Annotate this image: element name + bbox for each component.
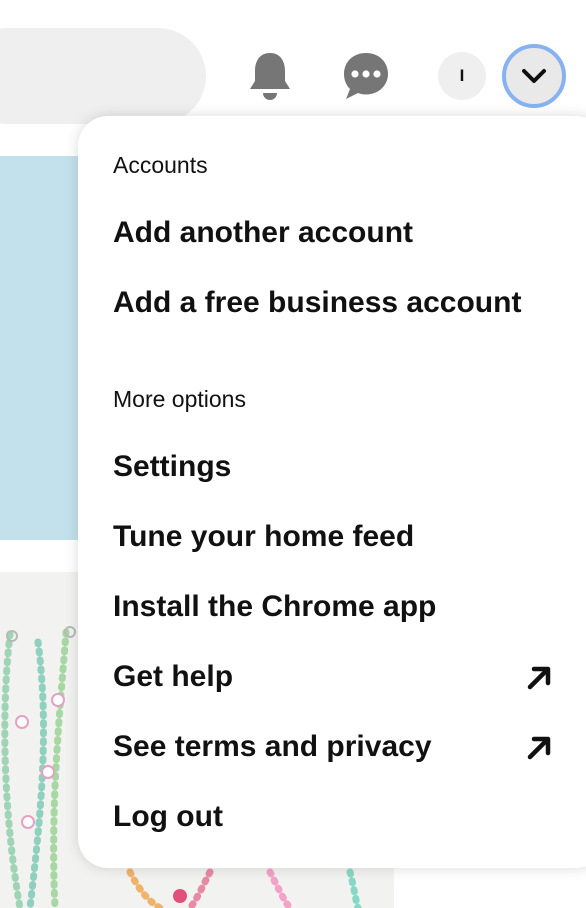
chat-bubble-icon xyxy=(344,53,388,99)
bell-icon xyxy=(250,53,290,100)
menu-item-install-chrome-app[interactable]: Install the Chrome app xyxy=(113,582,553,632)
avatar-initial: I xyxy=(459,66,465,85)
notifications-button[interactable] xyxy=(246,50,294,102)
menu-item-terms-and-privacy[interactable]: See terms and privacy xyxy=(113,722,553,772)
menu-item-log-out[interactable]: Log out xyxy=(113,792,553,842)
menu-item-add-another-account[interactable]: Add another account xyxy=(113,208,553,258)
messages-button[interactable] xyxy=(340,50,392,102)
menu-item-settings[interactable]: Settings xyxy=(113,442,553,492)
search-bar[interactable] xyxy=(0,28,206,124)
profile-avatar[interactable]: I xyxy=(438,52,486,100)
page: I Accounts Add another account Add a fre… xyxy=(0,0,586,908)
menu-item-tune-home-feed[interactable]: Tune your home feed xyxy=(113,512,553,562)
section-label-more-options: More options xyxy=(113,386,246,412)
chevron-down-icon xyxy=(522,69,546,83)
account-menu-button[interactable] xyxy=(502,44,566,108)
external-arrow-icon xyxy=(527,666,551,690)
menu-item-add-business-account[interactable]: Add a free business account xyxy=(113,278,553,328)
external-arrow-icon xyxy=(527,736,551,760)
section-label-accounts: Accounts xyxy=(113,152,208,178)
menu-item-get-help[interactable]: Get help xyxy=(113,652,553,702)
account-dropdown-menu: Accounts Add another account Add a free … xyxy=(78,116,586,868)
